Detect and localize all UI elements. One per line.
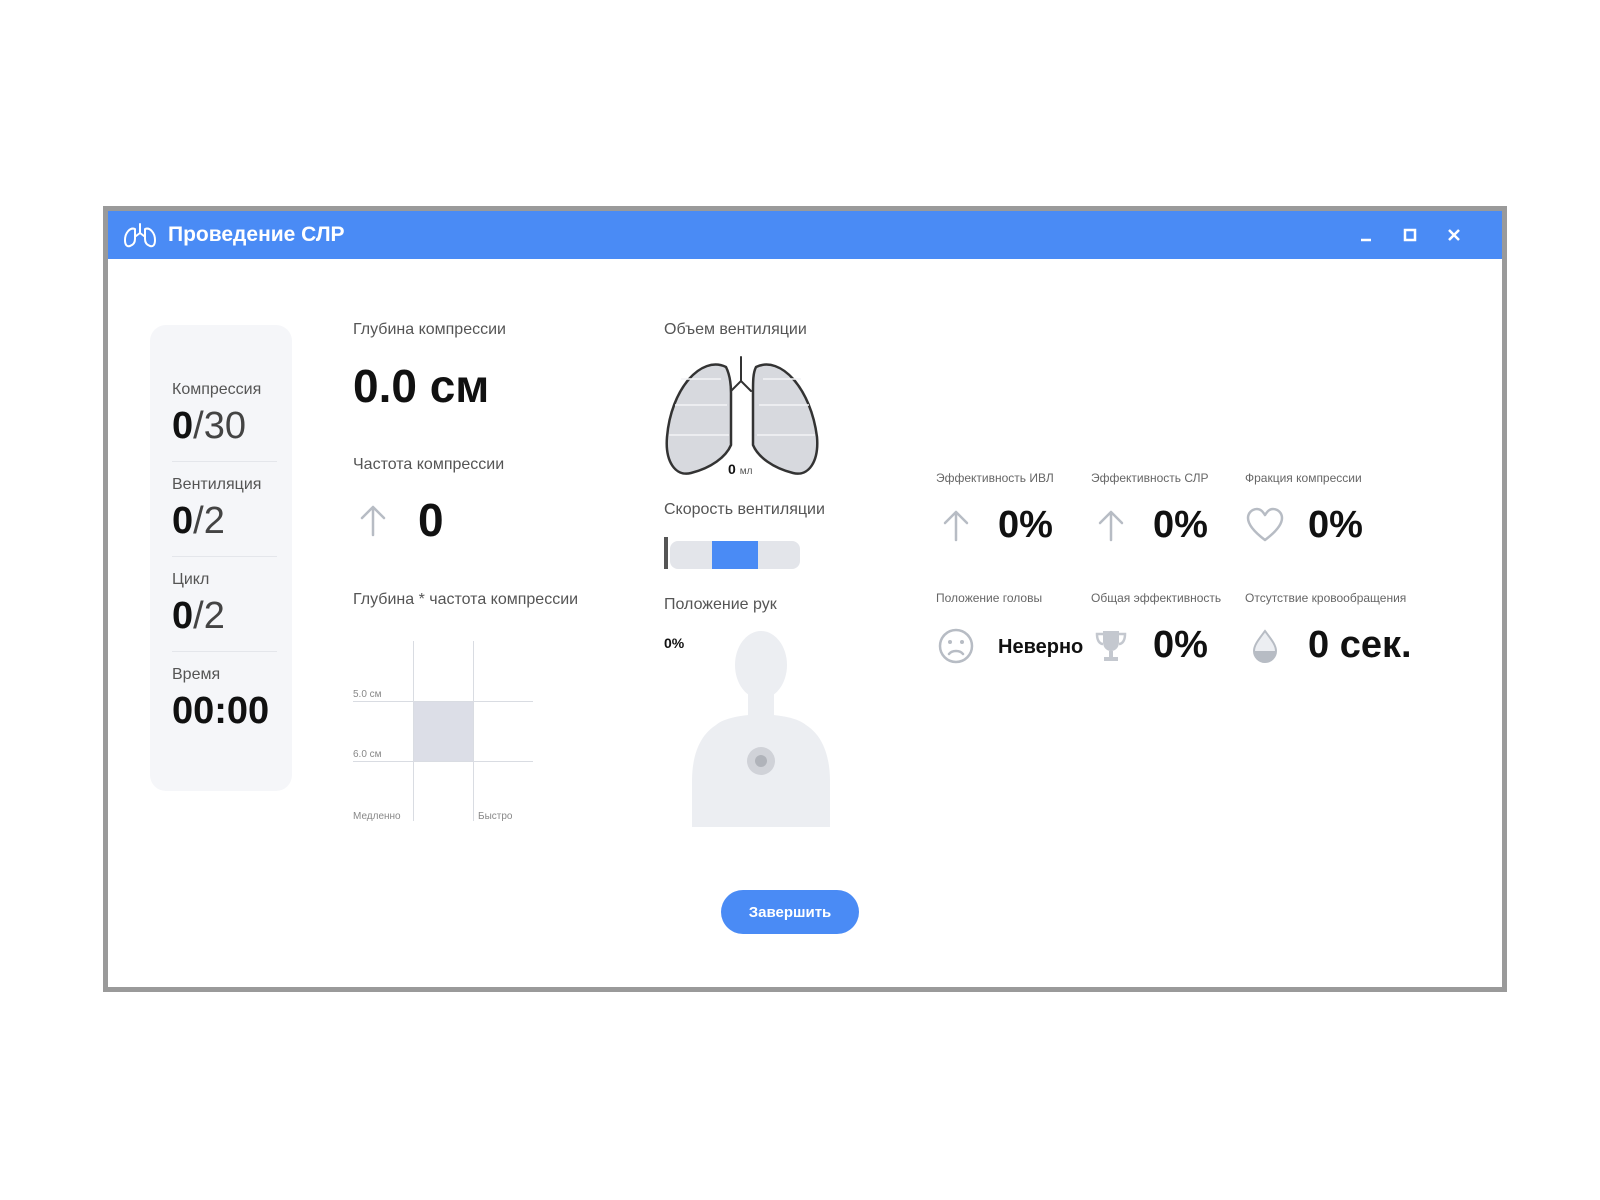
maximize-icon[interactable] bbox=[1397, 222, 1423, 248]
stat-divider bbox=[172, 556, 277, 557]
trophy-icon bbox=[1095, 631, 1127, 661]
compression-fraction-label: Фракция компрессии bbox=[1245, 471, 1362, 485]
title-bar: Проведение СЛР bbox=[108, 211, 1502, 259]
no-circulation-label: Отсутствие кровообращения bbox=[1245, 591, 1407, 605]
heart-icon bbox=[1246, 507, 1284, 542]
ventilation-label: Вентиляция bbox=[172, 476, 262, 493]
stat-divider bbox=[172, 461, 277, 462]
ventilation-speed-label: Скорость вентиляции bbox=[664, 501, 825, 518]
head-position-value: Неверно bbox=[998, 636, 1084, 658]
ivl-efficiency-value: 0% bbox=[998, 504, 1053, 546]
arrow-up-icon bbox=[1098, 510, 1124, 542]
depth-rate-grid: 5.0 см 6.0 см Медленно Быстро bbox=[353, 641, 543, 822]
target-zone bbox=[414, 702, 473, 761]
ventilation-volume-label: Объем вентиляции bbox=[664, 321, 807, 338]
cpr-efficiency-value: 0% bbox=[1153, 504, 1208, 546]
app-window: Проведение СЛР Компрессия 0/30 Вентиляци… bbox=[103, 206, 1507, 992]
cpr-efficiency-label: Эффективность СЛР bbox=[1091, 471, 1209, 485]
cycle-total: /2 bbox=[193, 595, 225, 637]
finish-button[interactable]: Завершить bbox=[721, 890, 859, 934]
cycle-label: Цикл bbox=[172, 571, 210, 588]
overall-efficiency-label: Общая эффективность bbox=[1091, 591, 1222, 605]
compression-count: Компрессия 0/30 bbox=[172, 381, 277, 448]
depth-label-6: 6.0 см bbox=[353, 749, 382, 760]
arrow-up-icon bbox=[360, 505, 386, 537]
compression-depth-value: 0.0 см bbox=[353, 360, 490, 412]
time-value: 00:00 bbox=[172, 690, 270, 732]
grid-line-h bbox=[353, 761, 533, 762]
time-display: Время 00:00 bbox=[172, 666, 277, 733]
grid-line-v bbox=[473, 641, 474, 821]
compression-fraction-value: 0% bbox=[1308, 504, 1363, 546]
ventilation-current: 0 bbox=[172, 500, 194, 542]
arrow-up-icon bbox=[943, 510, 969, 542]
compression-label: Компрессия bbox=[172, 381, 262, 398]
hand-position-label: Положение рук bbox=[664, 596, 777, 613]
speed-bar-fill bbox=[712, 541, 758, 569]
ventilation-volume-readout: 0 мл bbox=[728, 461, 752, 477]
close-icon[interactable] bbox=[1441, 222, 1467, 248]
window-title: Проведение СЛР bbox=[168, 223, 345, 246]
speed-bar-marker bbox=[664, 537, 668, 569]
ventilation-count: Вентиляция 0/2 bbox=[172, 476, 277, 543]
ventilation-volume-unit: мл bbox=[739, 466, 753, 477]
body-silhouette-icon bbox=[692, 631, 830, 827]
depth-label-5: 5.0 см bbox=[353, 689, 382, 700]
cycle-count: Цикл 0/2 bbox=[172, 571, 277, 638]
ventilation-volume-value: 0 bbox=[728, 461, 736, 477]
stat-divider bbox=[172, 651, 277, 652]
minimize-icon[interactable] bbox=[1353, 222, 1379, 248]
compression-rate-label: Частота компрессии bbox=[353, 456, 505, 473]
rate-label-fast: Быстро bbox=[478, 811, 513, 822]
compression-rate-value: 0 bbox=[418, 494, 444, 546]
drop-icon bbox=[1252, 629, 1278, 664]
stats-panel: Компрессия 0/30 Вентиляция 0/2 Цикл 0/2 … bbox=[150, 325, 292, 791]
time-label: Время bbox=[172, 666, 221, 683]
cycle-value: 0/2 bbox=[172, 595, 277, 638]
rate-label-slow: Медленно bbox=[353, 811, 401, 822]
ventilation-total: /2 bbox=[193, 500, 225, 542]
compression-value: 0/30 bbox=[172, 405, 277, 448]
cycle-current: 0 bbox=[172, 595, 194, 637]
lungs-icon bbox=[124, 223, 156, 248]
hand-position-value: 0% bbox=[664, 635, 685, 651]
head-position-label: Положение головы bbox=[936, 591, 1043, 605]
ventilation-value: 0/2 bbox=[172, 500, 277, 543]
compression-total: /30 bbox=[193, 405, 246, 447]
ivl-efficiency-label: Эффективность ИВЛ bbox=[936, 471, 1054, 485]
compression-depth-label: Глубина компрессии bbox=[353, 321, 506, 338]
ventilation-speed-bar bbox=[664, 537, 802, 569]
sad-face-icon bbox=[938, 628, 974, 664]
compression-current: 0 bbox=[172, 405, 194, 447]
depth-rate-label: Глубина * частота компрессии bbox=[353, 591, 579, 608]
no-circulation-value: 0 сек. bbox=[1308, 624, 1412, 666]
overall-efficiency-value: 0% bbox=[1153, 624, 1208, 666]
